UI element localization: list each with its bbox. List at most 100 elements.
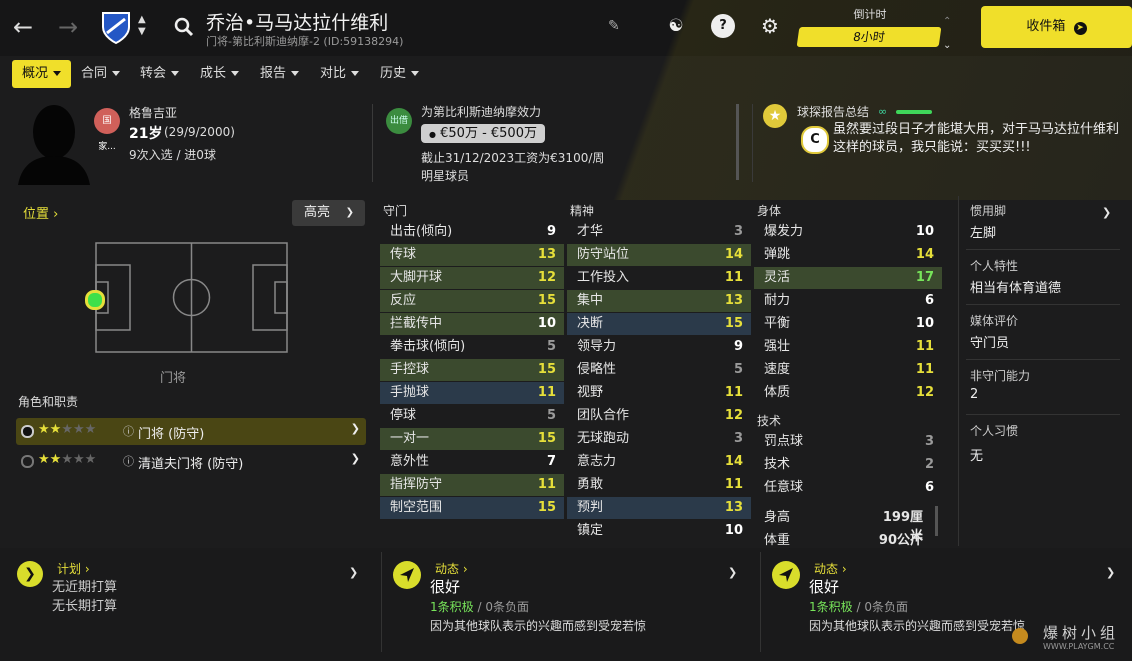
chevron-down-icon[interactable]: ❯ <box>349 566 358 579</box>
attribute-row[interactable]: 反应 15 <box>380 290 564 312</box>
attribute-row[interactable]: 预判 13 <box>567 497 751 519</box>
role-row-gk-defend[interactable]: ★★★★★ ⓘ 门将 (防守) ❯ <box>16 418 366 445</box>
attribute-row[interactable]: 大脚开球 12 <box>380 267 564 289</box>
menu-compare[interactable]: 对比 <box>310 60 369 88</box>
positive-count[interactable]: 1条积极 <box>430 600 474 614</box>
attribute-row[interactable]: 团队合作 12 <box>567 405 751 427</box>
scrollbar[interactable] <box>736 104 739 180</box>
attribute-row[interactable]: 罚点球 3 <box>754 431 942 453</box>
attribute-row[interactable]: 任意球 6 <box>754 477 942 499</box>
attribute-row[interactable]: 弹跳 14 <box>754 244 942 266</box>
gear-icon[interactable]: ⚙ <box>758 14 782 38</box>
info-icon[interactable]: ⓘ <box>123 423 134 439</box>
attribute-row[interactable]: 集中 13 <box>567 290 751 312</box>
attribute-row[interactable]: 决断 15 <box>567 313 751 335</box>
menu-transfer[interactable]: 转会 <box>130 60 189 88</box>
attribute-value: 5 <box>733 362 743 377</box>
dynamics-title[interactable]: 动态 › <box>435 560 468 577</box>
stars-rating: ★★★★★ <box>38 422 97 437</box>
attribute-row[interactable]: 意志力 14 <box>567 451 751 473</box>
search-icon[interactable] <box>174 17 194 37</box>
attribute-row[interactable]: 防守站位 14 <box>567 244 751 266</box>
role-row-sweeper-keeper[interactable]: ★★★★★ ⓘ 清道夫门将 (防守) ❯ <box>16 450 366 473</box>
scrollbar[interactable] <box>935 506 938 536</box>
negative-count[interactable]: 0条负面 <box>485 600 529 614</box>
attribute-row[interactable]: 体质 12 <box>754 382 942 404</box>
club-shield-icon[interactable] <box>101 11 131 45</box>
loan-badge: 出借 <box>386 108 412 134</box>
chevron-down-icon[interactable]: ❯ <box>1106 566 1115 579</box>
attribute-value: 15 <box>537 431 556 446</box>
chevron-down-icon[interactable]: ❯ <box>351 422 360 435</box>
chevron-down-icon[interactable]: ❯ <box>1102 206 1111 219</box>
attribute-row[interactable]: 制空范围 15 <box>380 497 564 519</box>
attribute-row[interactable]: 工作投入 11 <box>567 267 751 289</box>
foot-value: 左脚 <box>970 226 997 241</box>
attribute-value: 11 <box>915 362 934 377</box>
attribute-row[interactable]: 指挥防守 11 <box>380 474 564 496</box>
menu-development[interactable]: 成长 <box>190 60 249 88</box>
inbox-button[interactable]: 收件箱 ➤ <box>981 6 1132 48</box>
negative-count[interactable]: 0条负面 <box>864 600 908 614</box>
menu-reports[interactable]: 报告 <box>250 60 309 88</box>
attribute-row[interactable]: 无球跑动 3 <box>567 428 751 450</box>
countdown-value[interactable]: 8小时 <box>796 27 942 47</box>
attribute-row[interactable]: 意外性 7 <box>380 451 564 473</box>
attribute-name: 任意球 <box>764 480 804 495</box>
dynamics-title[interactable]: 动态 › <box>814 560 847 577</box>
position-heading[interactable]: 位置 › <box>23 203 58 222</box>
attribute-row[interactable]: 拳击球(倾向) 5 <box>380 336 564 358</box>
forward-arrow-icon[interactable]: → <box>55 12 81 42</box>
attribute-value: 13 <box>724 500 743 515</box>
info-icon[interactable]: ⓘ <box>123 453 134 469</box>
attribute-row[interactable]: 速度 11 <box>754 359 942 381</box>
attribute-row[interactable]: 灵活 17 <box>754 267 942 289</box>
menu-history[interactable]: 历史 <box>370 60 429 88</box>
attribute-row[interactable]: 才华 3 <box>567 221 751 243</box>
attribute-row[interactable]: 勇敢 11 <box>567 474 751 496</box>
playing-for[interactable]: 为第比利斯迪纳摩效力 <box>421 103 541 120</box>
nation-badge[interactable]: 国家... <box>94 108 120 152</box>
chevron-down-icon[interactable]: ❯ <box>351 452 360 465</box>
scout-title[interactable]: 球探报告总结 <box>797 103 869 120</box>
plan-title[interactable]: 计划 › <box>57 560 90 577</box>
attribute-row[interactable]: 拦截传中 10 <box>380 313 564 335</box>
back-arrow-icon[interactable]: ← <box>10 12 36 42</box>
chevron-down-icon[interactable]: ❯ <box>728 566 737 579</box>
help-icon[interactable]: ? <box>711 14 735 38</box>
gk-position-marker[interactable] <box>85 290 105 310</box>
attribute-row[interactable]: 技术 2 <box>754 454 942 476</box>
attribute-row[interactable]: 出击(倾向) 9 <box>380 221 564 243</box>
positive-count[interactable]: 1条积极 <box>809 600 853 614</box>
attribute-row[interactable]: 手控球 15 <box>380 359 564 381</box>
attribute-row[interactable]: 手抛球 11 <box>380 382 564 404</box>
attribute-row[interactable]: 一对一 15 <box>380 428 564 450</box>
attribute-value: 14 <box>724 454 743 469</box>
radio-selected[interactable] <box>21 425 34 438</box>
attribute-row[interactable]: 传球 13 <box>380 244 564 266</box>
edit-pencil-icon[interactable]: ✎ <box>608 18 620 34</box>
menu-contract[interactable]: 合同 <box>71 60 130 88</box>
brain-icon[interactable]: ☯ <box>664 14 688 38</box>
radio-unselected[interactable] <box>21 455 34 468</box>
attribute-row[interactable]: 强壮 11 <box>754 336 942 358</box>
highlight-dropdown[interactable]: 高亮 ❯ <box>292 200 365 226</box>
media-label: 媒体评价 <box>970 314 1019 328</box>
attribute-value: 14 <box>915 247 934 262</box>
nationality[interactable]: 格鲁吉亚 <box>129 104 177 121</box>
role-name: 门将 (防守) <box>138 427 205 442</box>
updown-chevron-icon[interactable]: ▲ ▼ <box>138 14 146 38</box>
attribute-row[interactable]: 耐力 6 <box>754 290 942 312</box>
countdown-chevrons-icon[interactable]: ⌃ ⌄ <box>943 10 951 58</box>
attribute-row[interactable]: 停球 5 <box>380 405 564 427</box>
trait-value[interactable]: 相当有体育道德 <box>970 277 1061 296</box>
attribute-row[interactable]: 领导力 9 <box>567 336 751 358</box>
menu-overview[interactable]: 概况 <box>12 60 72 88</box>
attribute-row[interactable]: 平衡 10 <box>754 313 942 335</box>
attribute-row[interactable]: 视野 11 <box>567 382 751 404</box>
attribute-row[interactable]: 爆发力 10 <box>754 221 942 243</box>
attribute-value: 14 <box>724 247 743 262</box>
attribute-row[interactable]: 镇定 10 <box>567 520 751 542</box>
attribute-name: 传球 <box>390 247 417 262</box>
attribute-row[interactable]: 侵略性 5 <box>567 359 751 381</box>
